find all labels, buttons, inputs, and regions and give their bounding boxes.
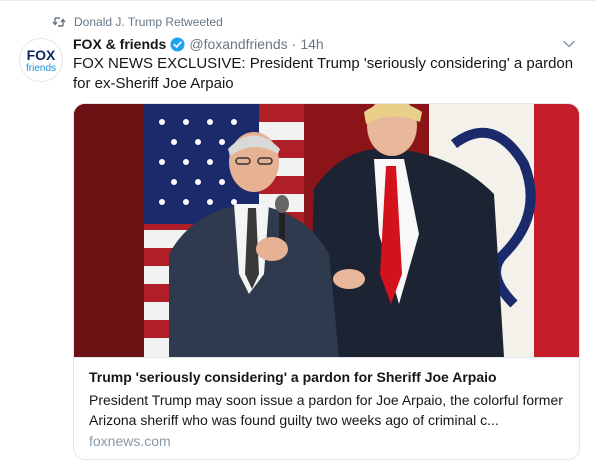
- tweet-text: FOX NEWS EXCLUSIVE: President Trump 'ser…: [73, 55, 574, 92]
- avatar[interactable]: FOX friends: [19, 38, 63, 82]
- card-divider: [74, 357, 579, 358]
- card-domain[interactable]: foxnews.com: [89, 433, 171, 449]
- card-description[interactable]: President Trump may soon issue a pardon …: [89, 390, 567, 430]
- chevron-down-icon[interactable]: [562, 37, 576, 51]
- card-image[interactable]: [74, 104, 579, 357]
- separator-dot: ·: [291, 36, 297, 52]
- card-title[interactable]: Trump 'seriously considering' a pardon f…: [89, 369, 497, 385]
- retweet-icon: [52, 17, 66, 27]
- handle[interactable]: @foxandfriends: [189, 36, 287, 52]
- top-border: [0, 0, 596, 1]
- svg-text:FOX: FOX: [27, 47, 56, 63]
- timestamp[interactable]: 14h: [300, 36, 323, 52]
- link-card[interactable]: Trump 'seriously considering' a pardon f…: [73, 103, 580, 460]
- retweet-text[interactable]: Donald J. Trump Retweeted: [74, 15, 223, 29]
- retweet-context: Donald J. Trump Retweeted: [52, 14, 223, 30]
- tweet-header: FOX & friends @foxandfriends · 14h: [73, 35, 324, 53]
- verified-badge-icon: [170, 36, 185, 52]
- display-name[interactable]: FOX & friends: [73, 36, 166, 52]
- photo-two-men-flags: [74, 104, 579, 357]
- svg-text:friends: friends: [26, 63, 56, 74]
- fox-friends-logo: FOX friends: [20, 39, 62, 81]
